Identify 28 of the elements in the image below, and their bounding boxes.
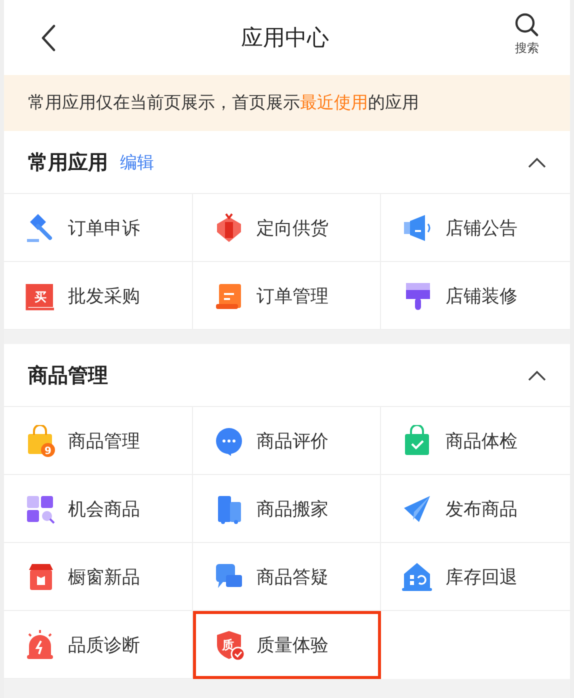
app-tile[interactable]: 店铺装修	[381, 262, 570, 330]
app-tile[interactable]: 订单管理	[192, 262, 382, 330]
page-title: 应用中心	[241, 24, 329, 52]
app-tile[interactable]: 库存回退	[381, 543, 570, 611]
app-tile[interactable]: 品质诊断	[4, 611, 193, 679]
section-title: 商品管理	[28, 362, 108, 388]
app-tile[interactable]: 定向供货	[192, 194, 382, 262]
app-tile[interactable]: 商品搬家	[192, 475, 382, 543]
app-tile[interactable]: 订单申诉	[4, 194, 193, 262]
app-tile[interactable]: 机会商品	[4, 475, 193, 543]
edit-link[interactable]: 编辑	[120, 150, 154, 174]
app-tile[interactable]: 商品体检	[381, 407, 570, 475]
section-title: 常用应用	[28, 148, 108, 176]
search-button[interactable]: 搜索	[514, 12, 540, 57]
chevron-up-icon[interactable]	[528, 156, 546, 168]
app-tile[interactable]: 发布商品	[381, 475, 570, 543]
app-tile[interactable]: 商品答疑	[192, 543, 382, 611]
app-tile[interactable]: 店铺公告	[381, 194, 570, 262]
app-tile[interactable]: 9 商品管理	[4, 407, 193, 475]
app-tile[interactable]: 质 质量体验	[192, 611, 382, 679]
back-icon[interactable]	[40, 24, 56, 52]
app-tile[interactable]: 买 批发采购	[4, 262, 193, 330]
app-tile[interactable]: 橱窗新品	[4, 543, 193, 611]
chevron-up-icon[interactable]	[528, 370, 546, 380]
notice-text: 常用应用仅在当前页展示，首页展示最近使用的应用	[4, 75, 570, 131]
house-icon	[401, 560, 434, 592]
app-tile[interactable]: 商品评价	[192, 407, 382, 475]
siren-icon	[24, 628, 56, 660]
